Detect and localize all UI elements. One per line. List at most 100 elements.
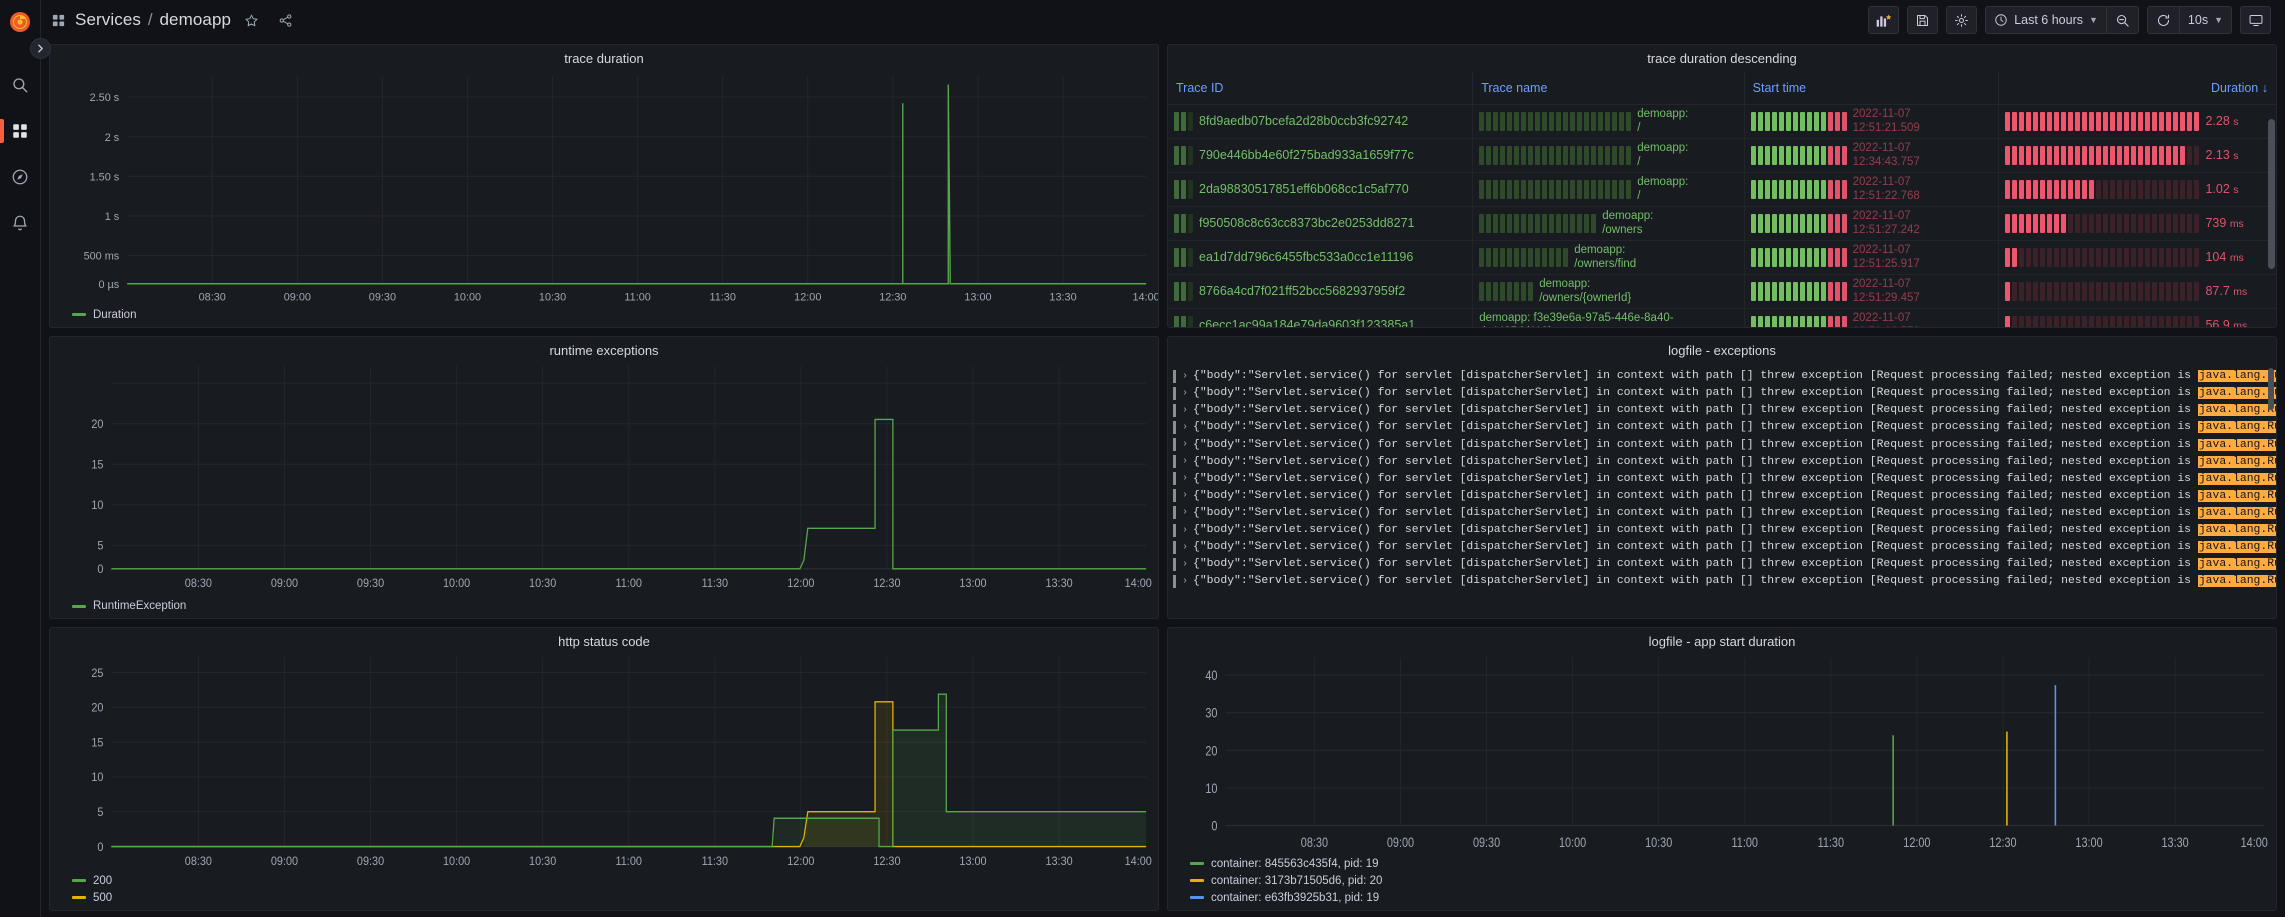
sidebar-item-explore[interactable] — [0, 154, 41, 200]
cell-duration[interactable]: 739 ms — [1998, 206, 2276, 241]
breadcrumb-current[interactable]: demoapp — [159, 10, 231, 29]
chevron-right-icon[interactable]: › — [1182, 525, 1188, 536]
chevron-right-icon[interactable]: › — [1182, 422, 1188, 433]
cell-trace-name[interactable]: demoapp:/owners/find — [1472, 240, 1745, 275]
cell-trace-name[interactable]: demoapp: / — [1472, 104, 1745, 139]
log-row[interactable]: › {"body":"Servlet.service() for servlet … — [1168, 556, 2276, 573]
column-header-duration[interactable]: Duration ↓ — [1998, 72, 2276, 105]
log-row[interactable]: › {"body":"Servlet.service() for servlet … — [1168, 385, 2276, 402]
log-row[interactable]: › {"body":"Servlet.service() for servlet … — [1168, 573, 2276, 590]
table-row[interactable]: 8766a4cd7f021ff52bcc5682937959f2 demoapp:… — [1168, 274, 2276, 309]
cell-trace-id[interactable]: f950508c8c63cc8373bc2e0253dd8271 — [1168, 206, 1474, 241]
chevron-right-icon[interactable]: › — [1182, 559, 1188, 570]
chart-plot-area[interactable]: 40 30 20 10 0 08:30 09:00 09:30 10:00 10… — [1168, 655, 2276, 856]
chevron-right-icon[interactable]: › — [1182, 576, 1188, 587]
cell-duration[interactable]: 104 ms — [1998, 240, 2276, 275]
table-row[interactable]: 2da98830517851eff6b068cc1c5af770 demoapp:… — [1168, 172, 2276, 207]
log-row[interactable]: › {"body":"Servlet.service() for servlet … — [1168, 402, 2276, 419]
cell-trace-id[interactable]: ea1d7dd796c6455fbc533a0cc1e11196 — [1168, 240, 1474, 275]
chevron-right-icon[interactable]: › — [1182, 405, 1188, 416]
sidebar-item-search[interactable] — [0, 62, 41, 108]
cell-start-time[interactable]: 2022-11-07 12:51:25.917 — [1744, 240, 2000, 275]
legend-item[interactable]: Duration — [72, 309, 1158, 321]
grafana-logo-icon[interactable] — [0, 4, 41, 40]
chevron-right-icon[interactable]: › — [1182, 473, 1188, 484]
legend-item[interactable]: container: 845563c435f4, pid: 19 — [1190, 858, 2276, 870]
add-panel-button[interactable] — [1868, 6, 1900, 34]
log-list[interactable]: › {"body":"Servlet.service() for servlet … — [1168, 364, 2276, 619]
table-row[interactable]: c6ecc1ac99a184e79da9603f123385a1 demoapp:… — [1168, 308, 2276, 327]
cell-trace-id[interactable]: 2da98830517851eff6b068cc1c5af770 — [1168, 172, 1474, 207]
chart-plot-area[interactable]: 20 15 10 5 0 08:30 09:00 09:30 10:00 10:… — [50, 364, 1158, 599]
log-row[interactable]: › {"body":"Servlet.service() for servlet … — [1168, 504, 2276, 521]
sidebar-item-dashboards[interactable] — [0, 108, 41, 154]
log-row[interactable]: › {"body":"Servlet.service() for servlet … — [1168, 453, 2276, 470]
star-icon[interactable] — [244, 13, 259, 28]
cell-duration[interactable]: 56.9 ms — [1998, 308, 2276, 327]
log-row[interactable]: › {"body":"Servlet.service() for servlet … — [1168, 522, 2276, 539]
cell-duration[interactable]: 2.13 s — [1998, 138, 2276, 173]
column-header-trace-name[interactable]: Trace name — [1472, 72, 1745, 105]
cell-trace-name[interactable]: demoapp: f3e39e6a-97a5-446e-8a40-dc4485d… — [1472, 308, 1745, 327]
log-row[interactable]: › {"body":"Servlet.service() for servlet … — [1168, 419, 2276, 436]
tv-mode-button[interactable] — [2240, 6, 2271, 34]
logs-scrollbar[interactable] — [2268, 367, 2274, 615]
cell-trace-name[interactable]: demoapp:/owners — [1472, 206, 1745, 241]
table-row[interactable]: ea1d7dd796c6455fbc533a0cc1e11196 demoapp:… — [1168, 240, 2276, 275]
log-row[interactable]: › {"body":"Servlet.service() for servlet … — [1168, 539, 2276, 556]
cell-trace-name[interactable]: demoapp:/owners/{ownerId} — [1472, 274, 1745, 309]
table-row[interactable]: 790e446bb4e60f275bad933a1659f77c demoapp:… — [1168, 138, 2276, 173]
cell-trace-id[interactable]: 8fd9aedb07bcefa2d28b0ccb3fc92742 — [1168, 104, 1474, 139]
cell-duration[interactable]: 2.28 s — [1998, 104, 2276, 139]
trace-table-scroll[interactable]: Trace ID Trace name Start time Duration … — [1168, 72, 2276, 327]
chevron-right-icon[interactable]: › — [1182, 507, 1188, 518]
cell-trace-id[interactable]: c6ecc1ac99a184e79da9603f123385a1 — [1168, 308, 1474, 327]
cell-trace-name[interactable]: demoapp: / — [1472, 172, 1745, 207]
legend-item[interactable]: container: e63fb3925b31, pid: 19 — [1190, 892, 2276, 904]
cell-trace-name[interactable]: demoapp: / — [1472, 138, 1745, 173]
panel-title[interactable]: http status code — [50, 628, 1158, 655]
log-row[interactable]: › {"body":"Servlet.service() for servlet … — [1168, 368, 2276, 385]
time-range-picker[interactable]: Last 6 hours ▼ — [1986, 7, 2106, 33]
cell-start-time[interactable]: 2022-11-07 12:51:21.509 — [1744, 104, 2000, 139]
chevron-right-icon[interactable]: › — [1182, 388, 1188, 399]
dashboard-settings-button[interactable] — [1946, 6, 1978, 34]
legend-item[interactable]: 200 — [72, 875, 1158, 887]
breadcrumb-root[interactable]: Services — [75, 10, 141, 29]
sidebar-expand-button[interactable] — [30, 38, 51, 59]
refresh-button[interactable] — [2148, 7, 2179, 33]
zoom-out-time-button[interactable] — [2107, 7, 2138, 33]
cell-start-time[interactable]: 2022-11-07 12:34:43.757 — [1744, 138, 2000, 173]
panel-title[interactable]: logfile - exceptions — [1168, 337, 2276, 364]
cell-trace-id[interactable]: 8766a4cd7f021ff52bcc5682937959f2 — [1168, 274, 1474, 309]
panel-title[interactable]: logfile - app start duration — [1168, 628, 2276, 655]
log-row[interactable]: › {"body":"Servlet.service() for servlet … — [1168, 436, 2276, 453]
share-nodes-icon[interactable] — [278, 13, 293, 28]
legend-item[interactable]: RuntimeException — [72, 600, 1158, 612]
chart-plot-area[interactable]: 25 20 15 10 5 0 08:30 09:00 09:30 10:00 … — [50, 655, 1158, 873]
chevron-right-icon[interactable]: › — [1182, 439, 1188, 450]
legend-item[interactable]: 500 — [72, 892, 1158, 904]
cell-start-time[interactable]: 2022-11-07 12:51:22.768 — [1744, 172, 2000, 207]
chevron-right-icon[interactable]: › — [1182, 542, 1188, 553]
table-row[interactable]: f950508c8c63cc8373bc2e0253dd8271 demoapp:… — [1168, 206, 2276, 241]
cell-duration[interactable]: 1.02 s — [1998, 172, 2276, 207]
log-row[interactable]: › {"body":"Servlet.service() for servlet … — [1168, 487, 2276, 504]
log-row[interactable]: › {"body":"Servlet.service() for servlet … — [1168, 470, 2276, 487]
panel-title[interactable]: trace duration descending — [1168, 45, 2276, 72]
chevron-right-icon[interactable]: › — [1182, 371, 1188, 382]
cell-start-time[interactable]: 2022-11-0712:51:08.578 — [1744, 308, 2000, 327]
chevron-right-icon[interactable]: › — [1182, 456, 1188, 467]
panel-title[interactable]: runtime exceptions — [50, 337, 1158, 364]
legend-item[interactable]: container: 3173b71505d6, pid: 20 — [1190, 875, 2276, 887]
cell-duration[interactable]: 87.7 ms — [1998, 274, 2276, 309]
table-scrollbar[interactable] — [2268, 119, 2275, 323]
column-header-trace-id[interactable]: Trace ID — [1168, 72, 1474, 105]
chart-plot-area[interactable]: 2.50 s 2 s 1.50 s 1 s 500 ms 0 µs 08:30 … — [50, 72, 1158, 307]
table-row[interactable]: 8fd9aedb07bcefa2d28b0ccb3fc92742 demoapp:… — [1168, 104, 2276, 139]
chevron-right-icon[interactable]: › — [1182, 490, 1188, 501]
cell-start-time[interactable]: 2022-11-07 12:51:29.457 — [1744, 274, 2000, 309]
cell-trace-id[interactable]: 790e446bb4e60f275bad933a1659f77c — [1168, 138, 1474, 173]
save-dashboard-button[interactable] — [1907, 6, 1939, 34]
column-header-start-time[interactable]: Start time — [1744, 72, 2000, 105]
